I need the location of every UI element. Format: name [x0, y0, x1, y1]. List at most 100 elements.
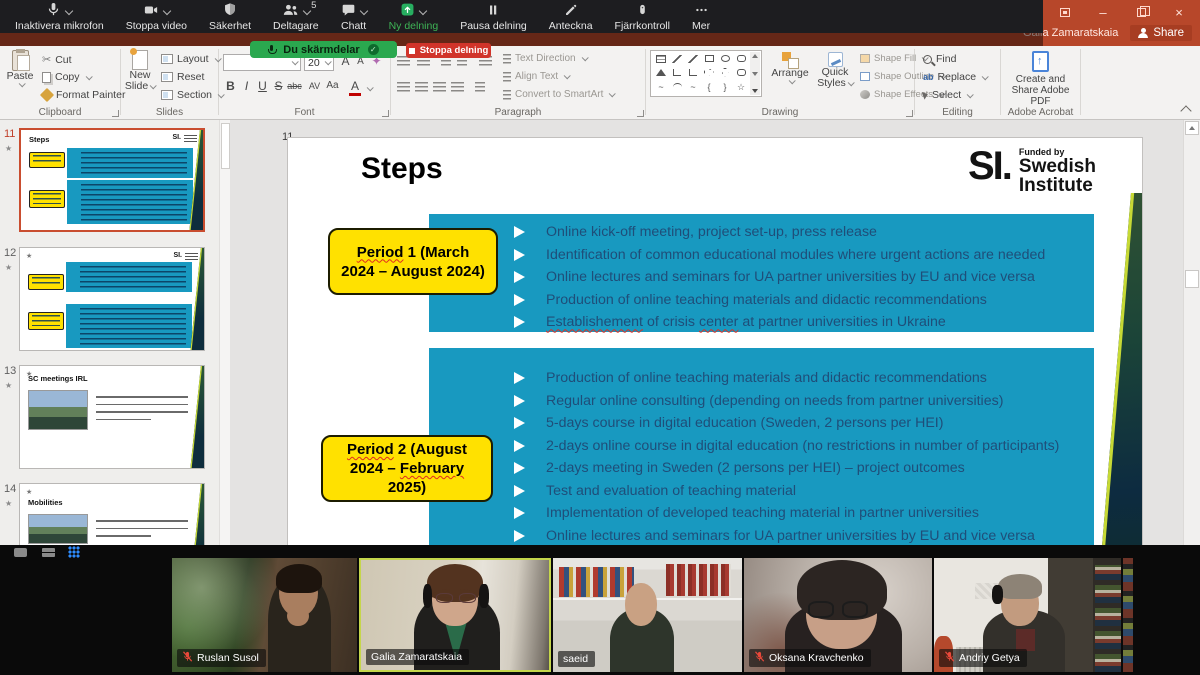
video-tile-partial[interactable]	[1123, 558, 1133, 672]
drawing-dialog-launcher[interactable]	[906, 110, 913, 117]
columns-icon[interactable]	[475, 82, 485, 92]
new-share-button[interactable]: Ny delning	[378, 0, 450, 33]
star-shape[interactable]: ☆	[733, 79, 749, 95]
convert-smartart-button[interactable]: Convert to SmartArt	[503, 89, 614, 100]
find-button[interactable]: Find	[923, 53, 956, 65]
chat-button[interactable]: Chatt	[330, 0, 378, 33]
font-color-button[interactable]: A	[349, 79, 361, 96]
text-direction-button[interactable]: Text Direction	[503, 53, 587, 64]
elbow-arrow-shape[interactable]	[685, 65, 701, 79]
align-center-icon[interactable]	[415, 82, 428, 92]
curve-shape[interactable]: ~	[685, 79, 701, 95]
rectangle-shape[interactable]	[701, 52, 717, 65]
underline-button[interactable]: U	[255, 79, 270, 93]
font-color-dropdown[interactable]	[367, 84, 374, 91]
paste-button[interactable]: Paste	[4, 50, 36, 87]
font-dialog-launcher[interactable]	[382, 110, 389, 117]
copy-button[interactable]: Copy	[42, 71, 91, 83]
video-tile-andriy-getya[interactable]: Andriy Getya	[934, 558, 1121, 672]
change-case-button[interactable]: Aa	[325, 80, 340, 91]
right-brace-shape[interactable]: }	[717, 79, 733, 95]
justify-icon[interactable]	[451, 82, 464, 92]
ribbon-display-options-icon	[1060, 8, 1070, 17]
collapse-ribbon-button[interactable]	[1180, 105, 1191, 116]
elbow-shape[interactable]	[669, 65, 685, 79]
close-button[interactable]: ×	[1168, 4, 1190, 21]
mute-microphone-button[interactable]: Inaktivera mikrofon	[4, 0, 115, 33]
more-button[interactable]: Mer	[681, 0, 721, 33]
italic-button[interactable]: I	[239, 79, 254, 93]
video-tile-ruslan-susol[interactable]: Ruslan Susol	[172, 558, 357, 672]
rounded-rectangle-shape[interactable]	[733, 52, 749, 65]
format-painter-button[interactable]: Format Painter	[42, 89, 125, 101]
shapes-gallery-scrollbar[interactable]	[750, 52, 760, 95]
thumbnail-number-11: 11	[4, 128, 15, 140]
align-text-button[interactable]: Align Text	[503, 71, 569, 82]
bullet-text: Regular online consulting (depending on …	[546, 393, 1003, 409]
remote-control-button[interactable]: Fjärrkontroll	[604, 0, 681, 33]
ppt-share-button[interactable]: Share	[1130, 25, 1192, 41]
speaker-view-button[interactable]	[14, 548, 27, 557]
replace-button[interactable]: abReplace	[923, 71, 987, 83]
cut-button[interactable]: ✂Cut	[42, 53, 72, 66]
video-tile-saeid[interactable]: saeid	[553, 558, 742, 672]
slide-thumbnail-14[interactable]: ★Mobilities	[19, 483, 205, 545]
shapes-gallery[interactable]: ~~{}☆	[650, 50, 762, 97]
arrow-line-shape[interactable]	[685, 52, 701, 65]
annotate-button[interactable]: Anteckna	[538, 0, 604, 33]
reset-button[interactable]: Reset	[161, 71, 204, 83]
bold-button[interactable]: B	[223, 79, 238, 93]
video-tile-galia-zamaratskaia[interactable]: Galia Zamaratskaia	[359, 558, 551, 672]
textbox-shape[interactable]	[653, 52, 669, 65]
strikethrough-button[interactable]: S	[271, 79, 286, 93]
bullet-row: Implementation of developed teaching mat…	[429, 502, 1094, 525]
right-arrow-shape[interactable]	[701, 65, 717, 79]
quick-styles-button[interactable]: Quick Styles	[814, 52, 856, 89]
ribbon-group-slides: New Slide Layout Reset Section Slides	[121, 46, 218, 119]
minimize-button[interactable]: –	[1092, 4, 1114, 21]
pause-share-button[interactable]: Pausa delning	[449, 0, 538, 33]
chevron-down-icon[interactable]	[65, 6, 73, 14]
new-slide-button[interactable]: New Slide	[123, 50, 157, 92]
align-right-icon[interactable]	[433, 82, 446, 92]
oval-shape[interactable]	[717, 52, 733, 65]
chevron-down-icon[interactable]	[303, 6, 311, 14]
layout-button[interactable]: Layout	[161, 53, 220, 65]
thumbnail-scrollbar[interactable]	[219, 120, 230, 545]
chevron-down-icon[interactable]	[163, 6, 171, 14]
left-brace-shape[interactable]: {	[701, 79, 717, 95]
stop-video-button[interactable]: Stoppa video	[115, 0, 198, 33]
create-pdf-button[interactable]: Create and Share Adobe PDF	[1005, 51, 1076, 107]
strip-view-button[interactable]	[42, 548, 55, 557]
character-spacing-button[interactable]: AV	[307, 81, 322, 91]
chevron-down-icon[interactable]	[419, 6, 427, 14]
arc-shape[interactable]	[669, 79, 685, 95]
scissors-icon: ✂	[42, 53, 51, 66]
slide-thumbnail-11[interactable]: StepsSI.	[19, 128, 205, 232]
video-tile-oksana-kravchenko[interactable]: Oksana Kravchenko	[744, 558, 932, 672]
clipboard-dialog-launcher[interactable]	[112, 110, 119, 117]
pentagon-shape[interactable]	[733, 65, 749, 79]
down-arrow-shape[interactable]	[717, 65, 733, 79]
slide-scrollbar[interactable]	[1183, 120, 1200, 545]
shadow-button[interactable]: abc	[287, 81, 302, 91]
slide-canvas[interactable]: Steps SI. Funded by Swedish Institute On…	[287, 137, 1143, 545]
select-button[interactable]: Select	[923, 89, 972, 101]
slide-thumbnail-12[interactable]: ★SI.	[19, 247, 205, 351]
line-shape[interactable]	[669, 52, 685, 65]
paragraph-dialog-launcher[interactable]	[637, 110, 644, 117]
participants-button[interactable]: Deltagare5	[262, 0, 330, 33]
restore-button[interactable]	[1130, 4, 1152, 21]
chevron-down-icon[interactable]	[359, 6, 367, 14]
align-left-icon[interactable]	[397, 82, 410, 92]
scribble-shape[interactable]: ~	[653, 79, 669, 95]
stop-sharing-button[interactable]: Stoppa delning	[406, 43, 491, 58]
ribbon-display-options-button[interactable]	[1054, 4, 1076, 21]
triangle-shape[interactable]	[653, 65, 669, 79]
slide-thumbnail-13[interactable]: ★SC meetings IRL	[19, 365, 205, 469]
gallery-view-button[interactable]	[68, 546, 80, 558]
arrange-button[interactable]: Arrange	[768, 52, 812, 84]
section-button[interactable]: Section	[161, 89, 223, 101]
thumbnail-number-13: 13	[4, 365, 16, 377]
security-button[interactable]: Säkerhet	[198, 0, 262, 33]
